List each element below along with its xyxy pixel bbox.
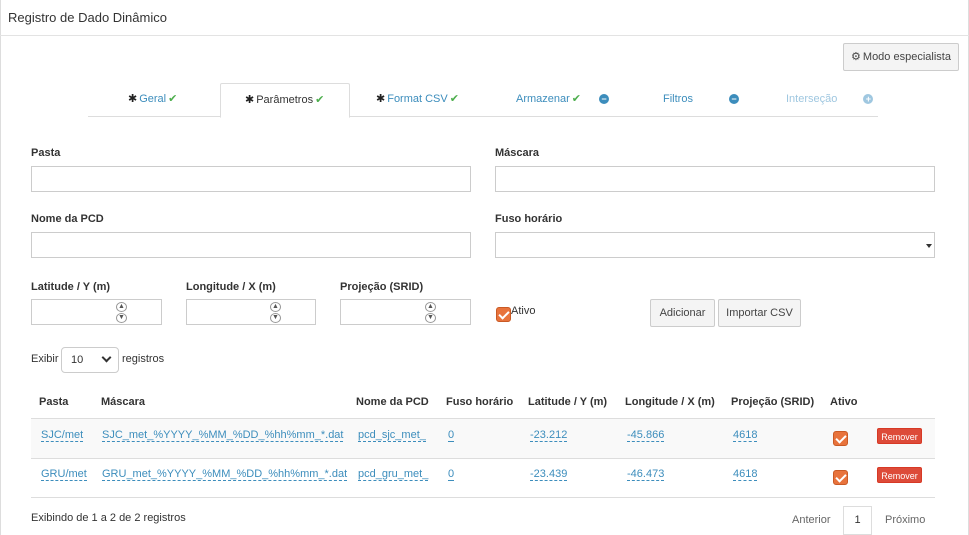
nome-pcd-label: Nome da PCD [31,213,104,225]
row2-pasta[interactable]: GRU/met [41,468,87,481]
spin-up-icon[interactable]: ▲ [425,302,436,312]
check-icon: ✔ [168,93,178,105]
row1-projecao[interactable]: 4618 [733,429,758,442]
asterisk-icon: ✱ [245,94,255,106]
asterisk-icon: ✱ [376,93,386,105]
tab-label: Format CSV [387,93,448,105]
pagination-next[interactable]: Próximo [885,514,925,526]
table-info: Exibindo de 1 a 2 de 2 registros [31,512,186,524]
row1-nome-pcd[interactable]: pcd_sjc_met_ [358,429,426,442]
row2-remove-button[interactable]: Remover [877,467,922,483]
spin-down-icon[interactable]: ▼ [116,313,127,323]
table-row-divider [31,458,935,459]
page-header: Registro de Dado Dinâmico [0,0,969,36]
tab-label: Filtros [663,93,693,105]
plus-circle-icon: + [863,94,874,105]
tab-parametros[interactable]: ✱ Parâmetros ✔ [220,83,350,118]
row2-longitude[interactable]: -46.473 [627,468,665,481]
column-header-mascara[interactable]: Máscara [101,396,145,408]
spin-down-icon[interactable]: ▼ [425,313,436,323]
longitude-label: Longitude / X (m) [186,281,276,293]
pasta-label: Pasta [31,147,61,159]
row2-mascara[interactable]: GRU_met_%YYYY_%MM_%DD_%hh%mm_*.dat [102,468,348,481]
longitude-input[interactable]: ▲ ▼ [186,299,316,325]
row1-latitude[interactable]: -23.212 [530,429,568,442]
mascara-input[interactable] [495,166,935,192]
longitude-spinner[interactable]: ▲ ▼ [270,302,281,324]
length-suffix: registros [122,353,165,365]
row1-pasta[interactable]: SJC/met [41,429,84,442]
tab-label: Armazenar [516,93,570,105]
tab-format-csv[interactable]: ✱ Format CSV ✔ [376,83,459,117]
length-prefix: Exibir [31,353,59,365]
check-icon: ✔ [315,94,325,106]
latitude-label: Latitude / Y (m) [31,281,111,293]
column-header-nome-pcd[interactable]: Nome da PCD [356,396,429,408]
projecao-label: Projeção (SRID) [340,281,424,293]
projecao-spinner[interactable]: ▲ ▼ [425,302,436,324]
row1-longitude[interactable]: -45.866 [627,429,665,442]
row2-nome-pcd[interactable]: pcd_gru_met_ [358,468,429,481]
tab-geral[interactable]: ✱ Geral ✔ [128,83,177,117]
tab-intersecao[interactable]: Interseção + [786,83,874,117]
page-title: Registro de Dado Dinâmico [8,10,167,25]
row1-remove-button[interactable]: Remover [877,428,922,444]
add-button[interactable]: Adicionar [650,299,715,327]
chevron-down-icon [101,352,112,363]
gear-icon: ⚙ [851,51,861,63]
column-header-latitude[interactable]: Latitude / Y (m) [528,396,607,408]
check-icon: ✔ [449,93,459,105]
minus-circle-icon: − [728,94,739,105]
mascara-label: Máscara [495,147,540,159]
ativo-checkbox[interactable] [496,307,511,322]
asterisk-icon: ✱ [128,93,138,105]
tab-label: Interseção [786,93,838,105]
page-length-select[interactable]: 10 [61,347,119,373]
spin-up-icon[interactable]: ▲ [116,302,127,312]
tab-filtros[interactable]: Filtros − [663,83,739,117]
tab-armazenar[interactable]: Armazenar ✔ − [516,83,610,117]
nome-pcd-input[interactable] [31,232,471,258]
spin-down-icon[interactable]: ▼ [270,313,281,323]
ativo-label: Ativo [511,305,536,317]
row2-projecao[interactable]: 4618 [733,468,758,481]
column-header-ativo[interactable]: Ativo [830,396,858,408]
row1-ativo-checkbox[interactable] [833,431,848,446]
latitude-spinner[interactable]: ▲ ▼ [116,302,127,324]
table-bottom-divider [31,497,935,498]
expert-mode-button[interactable]: ⚙ Modo especialista [843,43,959,71]
row2-fuso[interactable]: 0 [448,468,455,481]
expert-mode-label: Modo especialista [862,51,951,63]
row1-mascara[interactable]: SJC_met_%YYYY_%MM_%DD_%hh%mm_*.dat [102,429,344,442]
fuso-label: Fuso horário [495,213,563,225]
column-header-pasta[interactable]: Pasta [39,396,68,408]
pagination-previous[interactable]: Anterior [792,514,831,526]
tab-label: Geral [139,93,167,105]
projecao-input[interactable]: ▲ ▼ [340,299,471,325]
latitude-input[interactable]: ▲ ▼ [31,299,162,325]
wizard-tabs: ✱ Geral ✔ ✱ Parâmetros ✔ ✱ Format CSV ✔ Armaze… [88,83,878,118]
import-csv-button[interactable]: Importar CSV [718,299,801,327]
caret-down-icon [926,244,932,248]
column-header-longitude[interactable]: Longitude / X (m) [625,396,715,408]
row2-ativo-checkbox[interactable] [833,470,848,485]
pasta-input[interactable] [31,166,471,192]
tab-label: Parâmetros [256,94,314,106]
check-icon: ✔ [571,93,582,105]
minus-circle-icon: − [599,94,610,105]
column-header-fuso[interactable]: Fuso horário [446,396,513,408]
row2-latitude[interactable]: -23.439 [530,468,568,481]
column-header-projecao[interactable]: Projeção (SRID) [731,396,814,408]
fuso-select[interactable] [495,232,935,258]
pagination-page[interactable]: 1 [843,506,872,535]
page-length-value: 10 [71,354,84,366]
row1-fuso[interactable]: 0 [448,429,455,442]
spin-up-icon[interactable]: ▲ [270,302,281,312]
